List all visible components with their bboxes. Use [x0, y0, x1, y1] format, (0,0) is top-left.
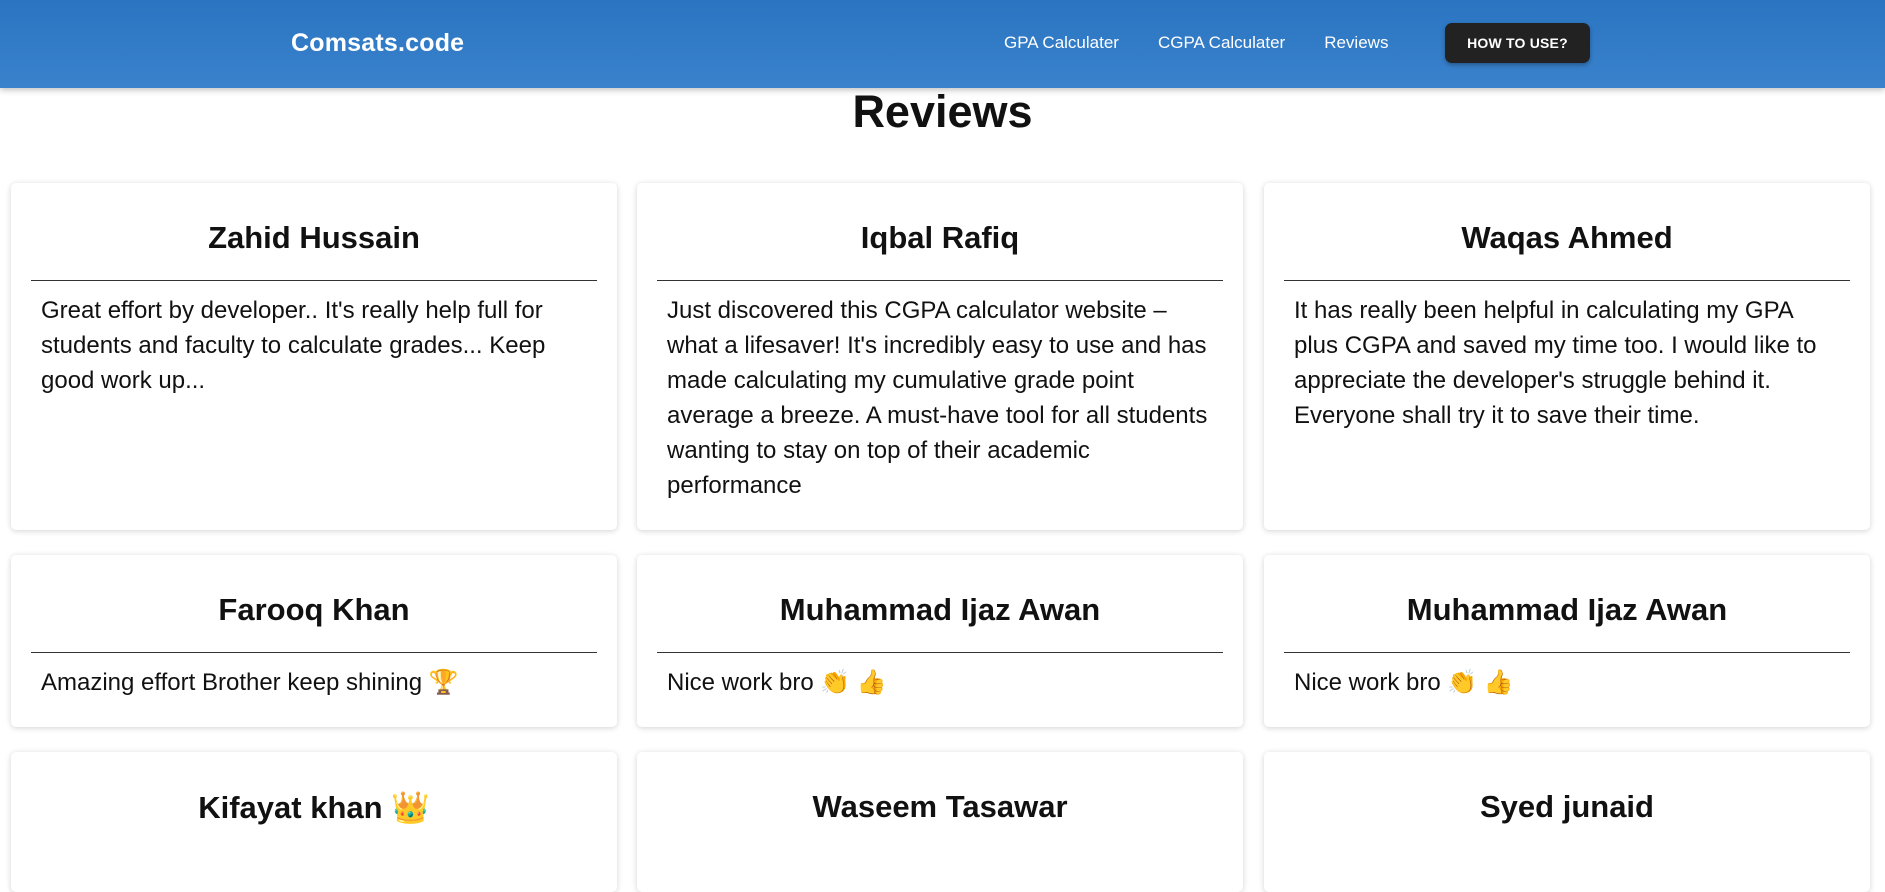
review-card: Syed junaid [1264, 752, 1870, 892]
review-card: Waqas Ahmed It has really been helpful i… [1264, 183, 1870, 530]
review-text: Amazing effort Brother keep shining 🏆 [41, 669, 459, 696]
reviewer-name: Muhammad Ijaz Awan [1406, 592, 1728, 627]
card-divider [1284, 652, 1850, 653]
card-divider [657, 280, 1223, 281]
review-card: Muhammad Ijaz Awan Nice work bro 👏 👍 [1264, 555, 1870, 727]
card-divider [1284, 280, 1850, 281]
reviewer-name: Zahid Hussain [208, 220, 420, 255]
review-card: Farooq Khan Amazing effort Brother keep … [11, 555, 617, 727]
page-title: Reviews [852, 86, 1033, 137]
review-card: Zahid Hussain Great effort by developer.… [11, 183, 617, 530]
card-divider [31, 652, 597, 653]
reviewer-name: Syed junaid [1480, 789, 1654, 824]
brand-logo[interactable]: Comsats.code [291, 29, 464, 58]
review-text: It has really been helpful in calculatin… [1294, 297, 1817, 429]
reviewer-name: Farooq Khan [218, 592, 410, 627]
review-card: Iqbal Rafiq Just discovered this CGPA ca… [637, 183, 1243, 530]
reviewer-name: Muhammad Ijaz Awan [779, 592, 1101, 627]
review-text: Nice work bro 👏 👍 [1294, 669, 1514, 696]
reviewer-name: Iqbal Rafiq [860, 220, 1020, 255]
review-text: Just discovered this CGPA calculator web… [667, 297, 1208, 499]
card-divider [31, 280, 597, 281]
reviewer-name: Kifayat khan 👑 [198, 790, 430, 825]
how-to-use-button[interactable]: HOW TO USE? [1445, 23, 1590, 63]
nav-link-cgpa[interactable]: CGPA Calculater [1158, 33, 1285, 53]
reviewer-name: Waqas Ahmed [1461, 220, 1673, 255]
nav-link-reviews[interactable]: Reviews [1324, 33, 1388, 53]
review-card: Muhammad Ijaz Awan Nice work bro 👏 👍 [637, 555, 1243, 727]
review-card: Waseem Tasawar [637, 752, 1243, 892]
top-navbar: Comsats.code GPA Calculater CGPA Calcula… [0, 0, 1885, 88]
nav-link-gpa[interactable]: GPA Calculater [1004, 33, 1119, 53]
reviewer-name: Waseem Tasawar [812, 789, 1068, 824]
review-text: Great effort by developer.. It's really … [41, 297, 546, 394]
review-text: Nice work bro 👏 👍 [667, 669, 887, 696]
card-divider [657, 652, 1223, 653]
review-card: Kifayat khan 👑 [11, 752, 617, 892]
nav-links: GPA Calculater CGPA Calculater Reviews [1004, 33, 1427, 53]
